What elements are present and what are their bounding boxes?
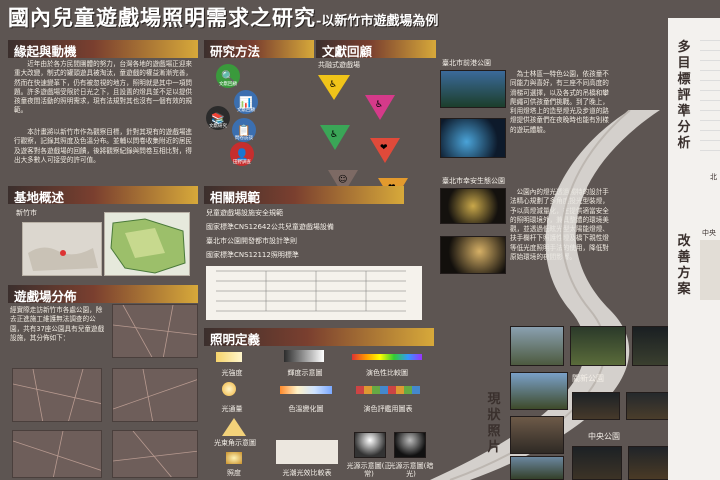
heart-icon: ❤ — [380, 143, 388, 153]
literature-heading: 文獻回顧 — [316, 40, 436, 59]
color-rendering-bar — [352, 354, 422, 360]
photos-label: 現狀照片 — [487, 392, 501, 455]
north-label: 北 — [710, 173, 717, 181]
lighting-label: 光潮光效比較表 — [282, 469, 332, 477]
books-icon: 📚 文獻研究 — [206, 106, 230, 130]
efficacy-table — [276, 440, 338, 464]
regs-item: 臺北市公園開發都市設計準則 — [206, 237, 297, 245]
qiangang-park-photo — [440, 70, 506, 108]
search-icon: 🔍 文獻回顧 — [216, 64, 240, 88]
origin-heading: 緣起與動機 — [8, 40, 198, 59]
lighting-label: 光源示意圖(正常) — [346, 462, 392, 478]
park-photo — [510, 326, 564, 366]
site-district-map — [104, 212, 190, 276]
site-location-map — [22, 222, 102, 276]
wheelchair-icon: ♿ — [329, 80, 337, 90]
illuminance-icon — [226, 452, 242, 464]
lighting-heading: 照明定義 — [204, 328, 434, 347]
distribution-map — [112, 430, 198, 478]
park-photo — [510, 416, 564, 454]
wheelchair-icon: ♿ — [375, 100, 383, 110]
improve-label: 改善方案 — [677, 234, 691, 297]
park-photo — [570, 326, 626, 366]
improvement-map — [700, 240, 720, 300]
taipei1-heading: 臺北市前港公園 — [442, 59, 491, 67]
wheelchair-icon: ♿ — [330, 130, 338, 140]
survey-icon: 📋 問卷訪談 — [232, 118, 256, 142]
methods-heading: 研究方法 — [204, 40, 314, 59]
park-photo — [628, 446, 672, 480]
regs-heading: 相關規範 — [204, 186, 404, 205]
lighting-label: 光束角示意圖 — [214, 439, 256, 447]
lighting-label: 光源示意圖(暗光) — [388, 462, 434, 478]
luminance-chart — [284, 350, 324, 362]
criteria-label: 多目標評準分析 — [677, 40, 691, 151]
site-heading: 基地概述 — [8, 186, 198, 205]
light-source-normal-photo — [354, 432, 386, 458]
central-label: 中央 — [702, 229, 716, 237]
lighting-label: 照度 — [227, 469, 241, 477]
light-source-dim-photo — [394, 432, 426, 458]
smile-icon: ☺ — [338, 174, 347, 185]
lighting-label: 色溫變化圖 — [288, 405, 324, 413]
distribution-map — [112, 368, 198, 422]
beam-angle-icon — [222, 418, 246, 436]
poster-title: 國內兒童遊戲場照明需求之研究-以新竹市遊戲場為例 — [8, 5, 439, 30]
lighting-label: 演色性比較圖 — [366, 369, 408, 377]
central-park-label: 中央公園 — [588, 432, 620, 441]
park-photo — [572, 446, 622, 480]
luminous-intensity-icon — [216, 352, 242, 362]
chart-icon: 📊 文獻回顧 — [234, 90, 258, 114]
lighting-label: 輝度示意圖 — [287, 369, 323, 377]
distribution-map — [12, 430, 102, 478]
lumen-icon — [222, 382, 236, 396]
origin-text-2: 本計畫將以新竹市作為觀察目標，針對其現有的遊戲場進行觀察，記錄其照度及色溫分布。… — [14, 128, 193, 164]
regulation-table — [206, 266, 422, 320]
person-icon: 👤 田野調查 — [230, 142, 254, 166]
distribution-map — [112, 304, 198, 358]
park-photo — [572, 392, 620, 420]
origin-text-1: 近年由於各方民間團體的努力，台灣各地的遊戲場正迎來重大改變，制式的罐頭遊具被淘汰… — [14, 60, 193, 115]
criteria-table — [700, 40, 720, 160]
lighting-label: 光強度 — [221, 369, 243, 377]
distribution-text: 經實際走訪新竹市各處公園，除去正進施工維護無法調查的公園，共有37座公園具有兒童… — [10, 306, 105, 342]
park-photo — [632, 326, 672, 366]
distribution-heading: 遊戲場分佈 — [8, 285, 198, 304]
park-photo — [510, 456, 564, 480]
distribution-map — [12, 368, 102, 422]
lighting-label: 光通量 — [221, 405, 243, 413]
regs-item: 國家標準CNS12642公共兒童遊戲場設備 — [206, 223, 334, 231]
regs-item: 國家標準CNS12112照明標準 — [206, 251, 299, 259]
literature-sub: 共融式遊戲場 — [318, 61, 360, 69]
park-photo — [510, 372, 568, 410]
regs-item: 兒童遊戲場設施安全規範 — [206, 209, 283, 217]
site-city-label: 新竹市 — [16, 209, 37, 217]
guanxin-park-label: 關新公園 — [572, 374, 604, 383]
color-temperature-bar — [280, 386, 332, 394]
park-photo — [626, 392, 672, 420]
lighting-label: 演色評鑑用圖表 — [363, 405, 413, 413]
color-evaluation-chart — [356, 386, 420, 394]
